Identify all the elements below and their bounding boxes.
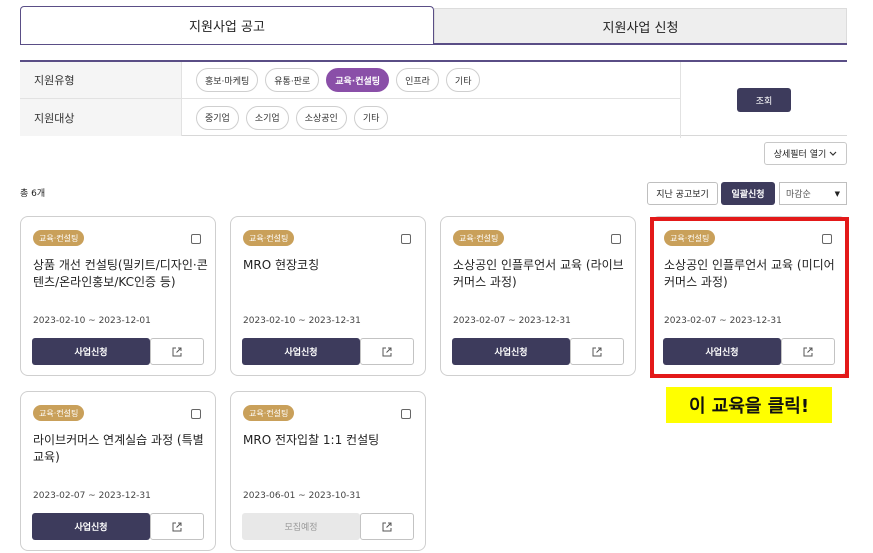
type-chip-group: 홍보·마케팅 유통·판로 교육·컨설팅 인프라 기타 <box>182 68 481 92</box>
detail-filter-label: 상세필터 열기 <box>773 150 827 160</box>
apply-button-disabled: 모집예정 <box>242 513 360 540</box>
bulk-apply-button[interactable]: 일괄신청 <box>721 182 775 205</box>
card-date: 2023-02-07 ~ 2023-12-31 <box>453 316 571 326</box>
select-checkbox[interactable] <box>401 409 411 419</box>
card-title[interactable]: 소상공인 인플루언서 교육 (라이브커머스 과정) <box>453 257 629 291</box>
apply-button[interactable]: 사업신청 <box>32 338 150 365</box>
program-card[interactable]: 교육·컨설팅 MRO 전자입찰 1:1 컨설팅 2023-06-01 ~ 202… <box>230 391 426 551</box>
category-badge: 교육·컨설팅 <box>33 230 85 246</box>
external-link-icon <box>592 347 602 356</box>
dropdown-arrow-icon: ▼ <box>834 189 840 198</box>
chip-target-small[interactable]: 소기업 <box>245 105 289 130</box>
chip-type-distribution[interactable]: 유통·판로 <box>265 68 320 92</box>
filter-label-target: 지원대상 <box>20 99 182 136</box>
chip-type-education[interactable]: 교육·컨설팅 <box>326 68 390 92</box>
result-count: 총 6개 <box>20 189 46 199</box>
external-link-icon <box>382 522 392 531</box>
external-link-button[interactable] <box>150 513 204 540</box>
external-link-button[interactable] <box>360 338 414 365</box>
program-card[interactable]: 교육·컨설팅 상품 개선 컨설팅(밀키트/디자인·콘텐츠/온라인홍보/KC인증 … <box>20 216 216 376</box>
filter-label-type: 지원유형 <box>20 62 182 98</box>
category-badge: 교육·컨설팅 <box>243 230 295 246</box>
card-date: 2023-02-10 ~ 2023-12-31 <box>243 316 361 326</box>
external-link-button[interactable] <box>150 338 204 365</box>
card-date: 2023-06-01 ~ 2023-10-31 <box>243 491 361 501</box>
search-button[interactable]: 조회 <box>737 88 791 112</box>
detail-filter-button[interactable]: 상세필터 열기 <box>764 142 847 165</box>
program-card[interactable]: 교육·컨설팅 소상공인 인플루언서 교육 (라이브커머스 과정) 2023-02… <box>440 216 636 376</box>
chip-type-etc[interactable]: 기타 <box>445 68 481 92</box>
apply-button[interactable]: 사업신청 <box>452 338 570 365</box>
card-title[interactable]: MRO 전자입찰 1:1 컨설팅 <box>243 432 419 449</box>
filter-row-target: 지원대상 중기업 소기업 소상공인 기타 <box>20 99 680 136</box>
highlight-box <box>650 217 849 378</box>
chip-type-marketing[interactable]: 홍보·마케팅 <box>196 68 259 92</box>
category-badge: 교육·컨설팅 <box>33 405 85 421</box>
card-title[interactable]: 상품 개선 컨설팅(밀키트/디자인·콘텐츠/온라인홍보/KC인증 등) <box>33 257 209 291</box>
filter-row-type: 지원유형 홍보·마케팅 유통·판로 교육·컨설팅 인프라 기타 <box>20 62 680 99</box>
tab-notice[interactable]: 지원사업 공고 <box>20 6 434 44</box>
external-link-button[interactable] <box>360 513 414 540</box>
chip-target-etc[interactable]: 기타 <box>353 105 389 130</box>
category-badge: 교육·컨설팅 <box>453 230 505 246</box>
past-notices-button[interactable]: 지난 공고보기 <box>647 182 718 205</box>
target-chip-group: 중기업 소기업 소상공인 기타 <box>182 105 389 130</box>
annotation-label: 이 교육을 클릭! <box>666 387 832 423</box>
select-checkbox[interactable] <box>191 409 201 419</box>
tab-apply[interactable]: 지원사업 신청 <box>434 8 847 44</box>
sort-select[interactable]: 마감순 ▼ <box>779 182 847 205</box>
sort-value: 마감순 <box>786 190 811 200</box>
program-card[interactable]: 교육·컨설팅 라이브커머스 연계실습 과정 (특별교육) 2023-02-07 … <box>20 391 216 551</box>
select-checkbox[interactable] <box>401 234 411 244</box>
external-link-icon <box>172 522 182 531</box>
category-badge: 교육·컨설팅 <box>243 405 295 421</box>
select-checkbox[interactable] <box>611 234 621 244</box>
filter-actions: 조회 <box>680 62 847 138</box>
card-date: 2023-02-10 ~ 2023-12-01 <box>33 316 151 326</box>
apply-button[interactable]: 사업신청 <box>32 513 150 540</box>
card-title[interactable]: 라이브커머스 연계실습 과정 (특별교육) <box>33 432 209 466</box>
apply-button[interactable]: 사업신청 <box>242 338 360 365</box>
chip-target-medium[interactable]: 중기업 <box>196 105 239 130</box>
chevron-down-icon <box>829 151 837 156</box>
card-title[interactable]: MRO 현장코칭 <box>243 257 419 274</box>
card-date: 2023-02-07 ~ 2023-12-31 <box>33 491 151 501</box>
select-checkbox[interactable] <box>191 234 201 244</box>
filter-panel: 지원유형 홍보·마케팅 유통·판로 교육·컨설팅 인프라 기타 지원대상 중기업… <box>20 60 847 138</box>
tab-bar: 지원사업 공고 지원사업 신청 <box>20 6 847 44</box>
external-link-button[interactable] <box>570 338 624 365</box>
external-link-icon <box>382 347 392 356</box>
chip-type-infra[interactable]: 인프라 <box>396 68 439 92</box>
program-card[interactable]: 교육·컨설팅 MRO 현장코칭 2023-02-10 ~ 2023-12-31 … <box>230 216 426 376</box>
external-link-icon <box>172 347 182 356</box>
chip-target-micro[interactable]: 소상공인 <box>295 105 347 130</box>
